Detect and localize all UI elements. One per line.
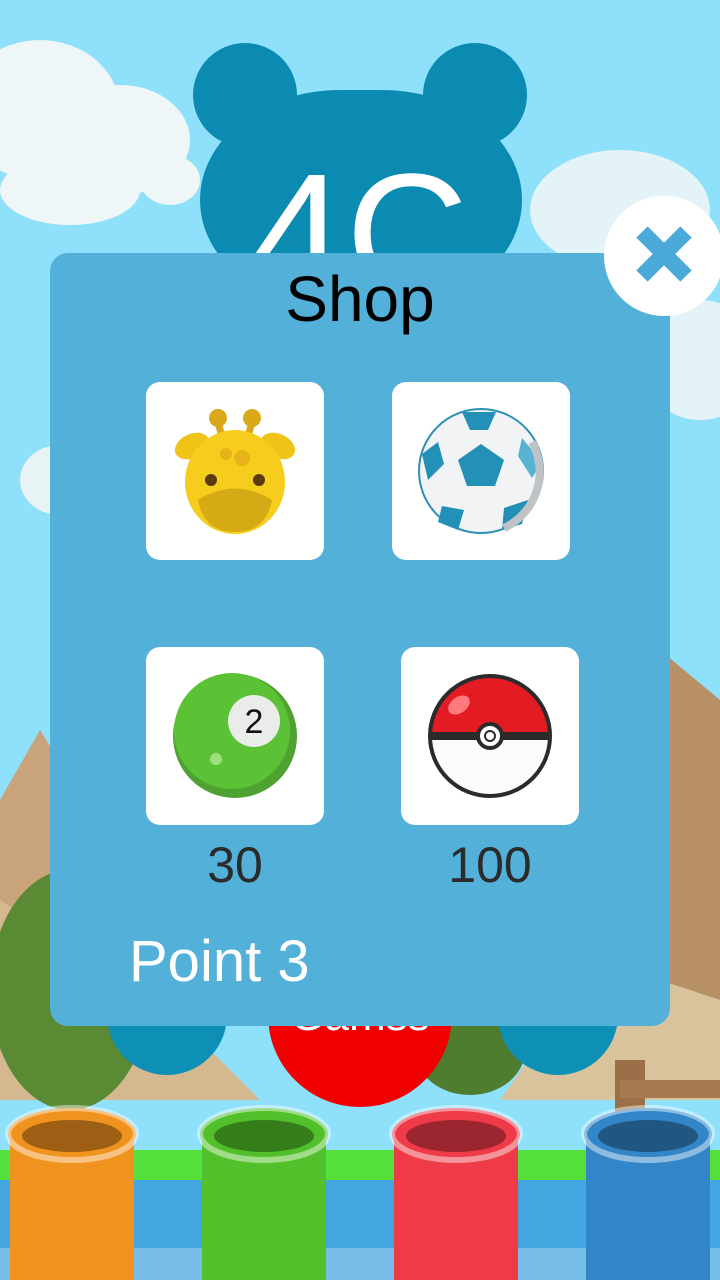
green-ball-icon: 2 [173,673,297,798]
close-button[interactable] [604,196,720,316]
pokeball-icon [428,674,552,798]
soccer-ball-icon [418,408,544,534]
shop-panel [50,253,670,1026]
color-tube [581,1105,715,1280]
price-green-ball: 30 [207,837,263,893]
color-tube [197,1105,331,1280]
shop-item-soccer-ball[interactable] [392,382,570,560]
close-icon [636,226,692,282]
color-tube [389,1105,523,1280]
shop-item-pokeball[interactable] [401,647,579,825]
price-pokeball: 100 [448,837,532,893]
shop-item-green-ball[interactable]: 2 [146,647,324,825]
giraffe-icon [174,409,296,534]
svg-text:2: 2 [245,703,264,741]
points-label: Point 3 [129,929,310,994]
color-tube [5,1105,139,1280]
shop-item-giraffe[interactable] [146,382,324,560]
